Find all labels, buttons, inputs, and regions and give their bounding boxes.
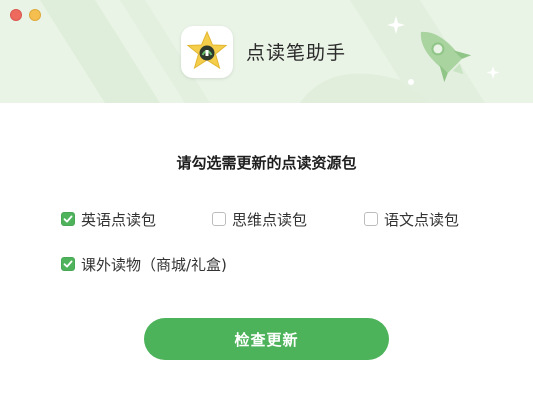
rocket-icon [420,31,472,83]
sparkle-icon [486,66,500,79]
app-title: 点读笔助手 [246,42,347,64]
app-logo [181,26,233,78]
checkmark-icon [63,215,73,223]
rocket-decoration [387,16,500,85]
thinking-pack-checkbox[interactable] [212,212,226,226]
option-label: 课外读物（商城/礼盒) [81,255,227,274]
option-label: 英语点读包 [81,210,157,229]
english-pack-checkbox[interactable] [61,212,75,226]
extracurricular-pack-checkbox[interactable] [61,257,75,271]
update-prompt: 请勾选需更新的点读资源包 [176,154,357,172]
app-window: 点读笔助手 请勾选需更新的点读资源包 英语点读包 思维点读包 语文点读包 课外读… [0,0,533,400]
chinese-pack-checkbox[interactable] [364,212,378,226]
check-update-button[interactable]: 检查更新 [144,318,389,360]
checkmark-icon [63,260,73,268]
minimize-window-icon[interactable] [29,9,41,21]
header-banner: 点读笔助手 [0,0,533,103]
sparkle-icon [387,16,405,34]
close-window-icon[interactable] [10,9,22,21]
option-thinking-pack[interactable]: 思维点读包 [212,208,307,230]
option-english-pack[interactable]: 英语点读包 [61,208,156,230]
option-extracurricular-pack[interactable]: 课外读物（商城/礼盒) [61,253,227,275]
option-label: 思维点读包 [232,210,308,229]
star-app-icon [186,30,228,70]
option-label: 语文点读包 [384,210,460,229]
option-chinese-pack[interactable]: 语文点读包 [364,208,459,230]
